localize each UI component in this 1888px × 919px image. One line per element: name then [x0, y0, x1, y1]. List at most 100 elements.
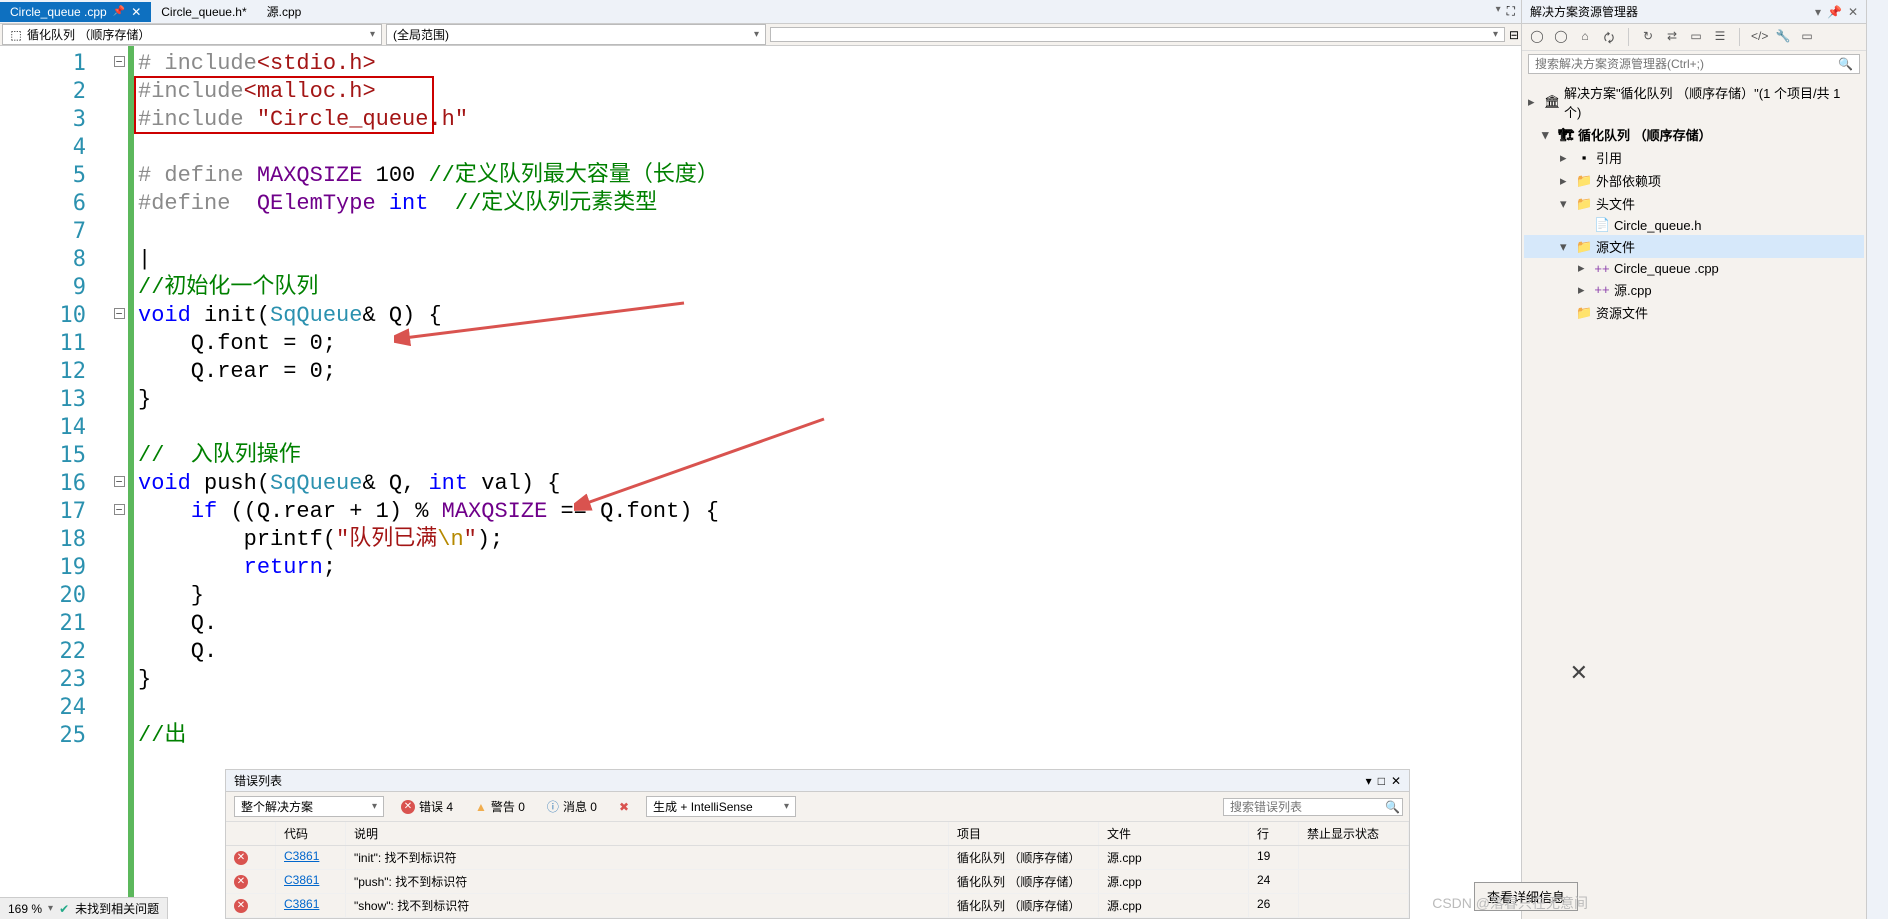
tab-circle-queue-cpp[interactable]: Circle_queue .cpp 📌 ✕: [0, 2, 151, 22]
header-file[interactable]: 📄Circle_queue.h: [1524, 215, 1864, 235]
error-table-header: 代码 说明 项目 文件 行 禁止显示状态: [226, 822, 1409, 846]
error-search[interactable]: 🔍: [1223, 798, 1403, 816]
scope-selector[interactable]: (全局范围) ▾: [386, 24, 766, 45]
collapse-icon[interactable]: ⇄: [1663, 28, 1681, 46]
solution-root[interactable]: ▸🏛解决方案"循化队列 （顺序存储）"(1 个项目/共 1 个): [1524, 81, 1864, 123]
clear-filter-button[interactable]: ✖: [612, 797, 636, 817]
col-file[interactable]: 文件: [1099, 822, 1249, 845]
tab-label: Circle_queue.h*: [161, 5, 246, 19]
tab-circle-queue-h[interactable]: Circle_queue.h*: [151, 2, 256, 22]
split-icon[interactable]: ⊟: [1507, 28, 1521, 42]
expand-icon[interactable]: ⛶: [1507, 4, 1515, 19]
chevron-down-icon: ▾: [372, 801, 377, 812]
cpp-file-icon: ++: [1594, 261, 1610, 276]
project-selector[interactable]: ⬚ 循化队列 （顺序存储） ▾: [2, 24, 382, 45]
zoom-level[interactable]: 169 %: [8, 902, 42, 916]
error-row[interactable]: ✕C3861"show": 找不到标识符循化队列 （顺序存储）源.cpp26: [226, 894, 1409, 918]
folder-icon: 📁: [1576, 173, 1592, 189]
tab-label: Circle_queue .cpp: [10, 5, 107, 19]
references-node[interactable]: ▸▪引用: [1524, 146, 1864, 169]
chevron-down-icon: ▾: [1493, 29, 1498, 40]
warnings-filter-button[interactable]: ▲警告 0: [468, 795, 532, 818]
search-icon[interactable]: 🔍: [1838, 57, 1853, 71]
clear-icon: ✖: [619, 800, 629, 814]
error-row[interactable]: ✕C3861"push": 找不到标识符循化队列 （顺序存储）源.cpp24: [226, 870, 1409, 894]
line-number-gutter: 1234567891011121314151617181920212223242…: [0, 46, 110, 919]
refresh-icon[interactable]: ↻: [1639, 28, 1657, 46]
tabs-dropdown-icon[interactable]: ▾: [1496, 4, 1501, 19]
solution-search-input[interactable]: [1535, 57, 1838, 71]
panel-title-bar: 解决方案资源管理器 ▾ 📌 ✕: [1522, 0, 1866, 24]
error-search-input[interactable]: [1230, 800, 1385, 814]
pin-icon[interactable]: 📌: [1827, 5, 1842, 19]
col-code[interactable]: 代码: [276, 822, 346, 845]
source-file[interactable]: ▸++源.cpp: [1524, 278, 1864, 301]
project-node[interactable]: ▾🏗循化队列 （顺序存储）: [1524, 123, 1864, 146]
error-row[interactable]: ✕C3861"init": 找不到标识符循化队列 （顺序存储）源.cpp19: [226, 846, 1409, 870]
project-selector-label: 循化队列 （顺序存储）: [27, 26, 150, 43]
dropdown-icon[interactable]: ▾: [1815, 5, 1821, 19]
status-text: 未找到相关问题: [75, 900, 159, 917]
sources-folder[interactable]: ▾📁源文件: [1524, 235, 1864, 258]
solution-search[interactable]: 🔍: [1528, 54, 1860, 74]
ok-icon: ✔: [59, 902, 69, 916]
properties-icon[interactable]: ☰: [1711, 28, 1729, 46]
headers-folder[interactable]: ▾📁头文件: [1524, 192, 1864, 215]
error-toolbar: 整个解决方案▾ ✕错误 4 ▲警告 0 ⓘ消息 0 ✖ 生成 + Intelli…: [226, 792, 1409, 822]
error-table[interactable]: 代码 说明 项目 文件 行 禁止显示状态 ✕C3861"init": 找不到标识…: [226, 822, 1409, 918]
col-line[interactable]: 行: [1249, 822, 1299, 845]
view-code-icon[interactable]: </>: [1750, 28, 1768, 46]
tab-source-cpp[interactable]: 源.cpp: [257, 0, 312, 23]
member-selector[interactable]: ▾: [770, 27, 1505, 42]
messages-filter-button[interactable]: ⓘ消息 0: [540, 795, 604, 818]
separator: [1739, 28, 1740, 46]
error-list-title: 错误列表: [234, 772, 282, 789]
error-list-title-bar: 错误列表 ▾ □ ✕: [226, 770, 1409, 792]
pin-icon[interactable]: 📌: [113, 6, 125, 17]
cpp-file-icon: ++: [1594, 282, 1610, 297]
col-desc[interactable]: 说明: [346, 822, 949, 845]
separator: [1628, 28, 1629, 46]
tabs-row: Circle_queue .cpp 📌 ✕ Circle_queue.h* 源.…: [0, 0, 1521, 24]
solution-explorer: 解决方案资源管理器 ▾ 📌 ✕ ◯ ◯ ⌂ 🗘 ↻ ⇄ ▭ ☰ </> 🔧 ▭ …: [1521, 0, 1866, 919]
fold-column[interactable]: −−−−: [110, 46, 128, 919]
external-deps-node[interactable]: ▸📁外部依赖项: [1524, 169, 1864, 192]
close-icon[interactable]: ✕: [1391, 774, 1401, 788]
home-icon[interactable]: ⌂: [1576, 28, 1594, 46]
close-icon[interactable]: ✕: [131, 5, 141, 19]
wrench-icon[interactable]: 🔧: [1774, 28, 1792, 46]
sync-icon[interactable]: 🗘: [1600, 28, 1618, 46]
build-filter-selector[interactable]: 生成 + IntelliSense▾: [646, 796, 796, 817]
folder-icon: 📁: [1576, 196, 1592, 212]
show-all-icon[interactable]: ▭: [1687, 28, 1705, 46]
resources-folder[interactable]: 📁资源文件: [1524, 301, 1864, 324]
info-icon: ⓘ: [547, 798, 559, 815]
project-icon: ⬚: [9, 28, 23, 42]
tab-label: 源.cpp: [267, 3, 302, 20]
solution-icon: 🏛: [1544, 94, 1560, 110]
search-icon[interactable]: 🔍: [1385, 800, 1400, 814]
close-icon[interactable]: ✕: [1848, 5, 1858, 19]
dropdown-icon[interactable]: ▾: [1366, 774, 1372, 788]
project-icon: 🏗: [1558, 127, 1574, 143]
back-icon[interactable]: ◯: [1528, 28, 1546, 46]
error-scope-selector[interactable]: 整个解决方案▾: [234, 796, 384, 817]
folder-icon: 📁: [1576, 305, 1592, 321]
solution-tree[interactable]: ▸🏛解决方案"循化队列 （顺序存储）"(1 个项目/共 1 个) ▾🏗循化队列 …: [1522, 77, 1866, 328]
chevron-down-icon: ▾: [370, 29, 375, 40]
minus-icon[interactable]: ▭: [1798, 28, 1816, 46]
warning-icon: ▲: [475, 800, 487, 814]
source-file[interactable]: ▸++Circle_queue .cpp: [1524, 258, 1864, 278]
forward-icon[interactable]: ◯: [1552, 28, 1570, 46]
errors-filter-button[interactable]: ✕错误 4: [394, 795, 460, 818]
side-tabs[interactable]: [1866, 0, 1888, 919]
chevron-down-icon[interactable]: ▾: [48, 903, 53, 914]
h-file-icon: 📄: [1594, 217, 1610, 233]
scope-selector-label: (全局范围): [393, 26, 449, 43]
col-project[interactable]: 项目: [949, 822, 1099, 845]
close-icon[interactable]: ✕: [1570, 660, 1588, 686]
window-icon[interactable]: □: [1378, 774, 1385, 788]
col-suppress[interactable]: 禁止显示状态: [1299, 822, 1409, 845]
refs-icon: ▪: [1576, 150, 1592, 165]
solution-toolbar: ◯ ◯ ⌂ 🗘 ↻ ⇄ ▭ ☰ </> 🔧 ▭: [1522, 24, 1866, 51]
